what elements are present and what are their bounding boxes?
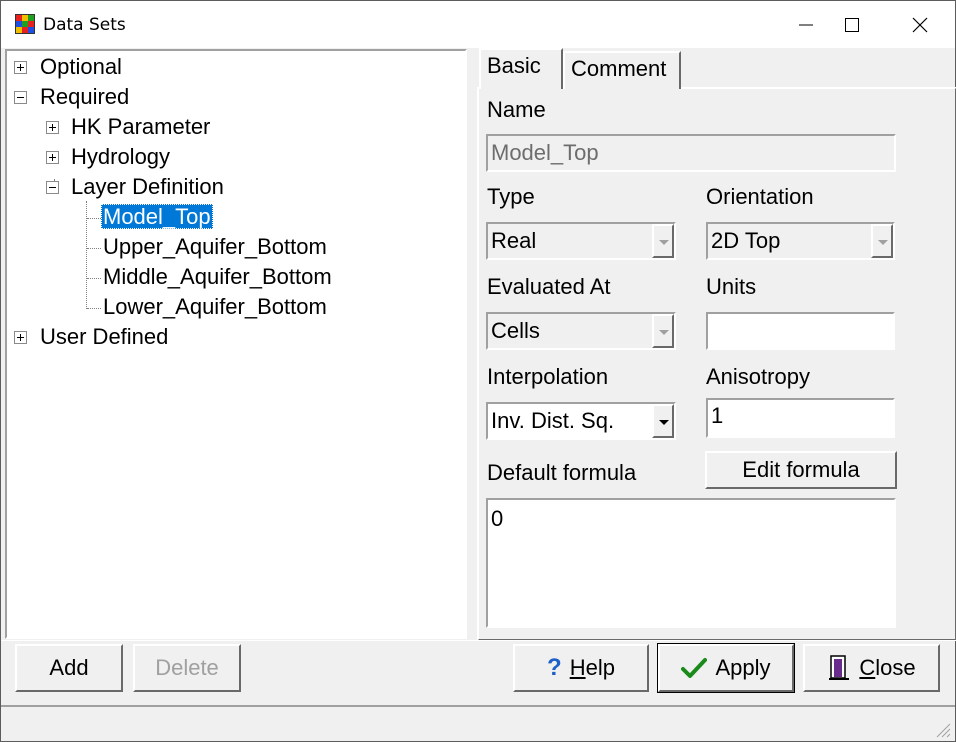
- orientation-select[interactable]: 2D Top: [706, 222, 895, 260]
- evaluated-at-select-value: Cells: [491, 318, 540, 343]
- name-label: Name: [487, 97, 546, 122]
- units-input[interactable]: [706, 312, 895, 350]
- type-select[interactable]: Real: [486, 222, 676, 260]
- chevron-down-icon: [659, 240, 669, 245]
- tree-item-upper-aquifer-bottom[interactable]: Upper_Aquifer_Bottom: [103, 233, 327, 261]
- tab-comment[interactable]: Comment: [563, 51, 681, 89]
- checkmark-icon: [681, 658, 708, 678]
- collapse-layer-definition-icon[interactable]: [46, 181, 59, 194]
- chevron-down-icon: [659, 330, 669, 335]
- maximize-icon: [845, 17, 859, 32]
- help-button[interactable]: ? Help: [513, 644, 649, 692]
- tree-item-middle-aquifer-bottom[interactable]: Middle_Aquifer_Bottom: [103, 263, 332, 291]
- orientation-label: Orientation: [706, 184, 814, 209]
- apply-button[interactable]: Apply: [657, 643, 795, 693]
- anisotropy-input[interactable]: 1: [706, 398, 895, 438]
- add-button[interactable]: Add: [15, 644, 123, 692]
- orientation-dropdown-button[interactable]: [871, 224, 893, 258]
- minimize-button[interactable]: [783, 1, 829, 48]
- expand-user-defined-icon[interactable]: [14, 331, 27, 344]
- maximize-button[interactable]: [829, 1, 875, 48]
- help-icon: ?: [547, 654, 562, 681]
- close-icon: [912, 17, 928, 32]
- tree-line: [87, 308, 101, 309]
- window-title: Data Sets: [43, 15, 126, 35]
- expand-hydrology-icon[interactable]: [46, 151, 59, 164]
- apply-button-label: Apply: [715, 655, 771, 680]
- title-bar: Data Sets: [1, 1, 955, 48]
- delete-button[interactable]: Delete: [133, 644, 241, 692]
- tree-item-user-defined[interactable]: User Defined: [40, 323, 168, 351]
- units-label: Units: [706, 274, 757, 299]
- interpolation-select-value: Inv. Dist. Sq.: [491, 408, 615, 433]
- anisotropy-label: Anisotropy: [706, 364, 810, 389]
- chevron-down-icon: [659, 420, 669, 425]
- close-window-button[interactable]: [897, 1, 943, 48]
- type-select-value: Real: [491, 228, 537, 253]
- status-bar: [1, 705, 955, 742]
- data-set-tree[interactable]: Optional Required HK Parameter Hydrology…: [5, 49, 467, 639]
- tab-basic[interactable]: Basic: [479, 48, 563, 89]
- evaluated-at-dropdown-button[interactable]: [652, 314, 674, 348]
- app-grid-icon: [15, 14, 35, 34]
- tree-item-hydrology[interactable]: Hydrology: [71, 143, 170, 171]
- default-formula-textarea[interactable]: 0: [486, 498, 896, 628]
- collapse-required-icon[interactable]: [14, 91, 27, 104]
- tree-item-optional[interactable]: Optional: [40, 53, 122, 81]
- expand-optional-icon[interactable]: [14, 61, 27, 74]
- data-sets-window: Data Sets Optional Required HK Parameter…: [0, 0, 956, 742]
- interpolation-dropdown-button[interactable]: [652, 404, 674, 438]
- help-button-label: Help: [569, 655, 615, 680]
- divider: [1, 640, 956, 641]
- tree-item-hk-parameter[interactable]: HK Parameter: [71, 113, 210, 141]
- chevron-down-icon: [878, 240, 888, 245]
- name-field[interactable]: Model_Top: [486, 134, 896, 172]
- interpolation-select[interactable]: Inv. Dist. Sq.: [486, 402, 676, 440]
- evaluated-at-select[interactable]: Cells: [486, 312, 676, 350]
- default-formula-label: Default formula: [487, 460, 637, 485]
- tree-line: [87, 248, 101, 249]
- close-button-label: Close: [859, 655, 916, 680]
- tree-item-layer-definition[interactable]: Layer Definition: [71, 173, 224, 201]
- expand-hk-parameter-icon[interactable]: [46, 121, 59, 134]
- door-exit-icon: [829, 655, 850, 680]
- close-button[interactable]: Close: [803, 644, 940, 692]
- tree-item-model-top[interactable]: Model_Top: [101, 203, 213, 231]
- interpolation-label: Interpolation: [487, 364, 609, 389]
- selected-item-label: Model_Top: [101, 204, 213, 229]
- type-label: Type: [487, 184, 535, 209]
- type-dropdown-button[interactable]: [652, 224, 674, 258]
- tree-line: [87, 218, 101, 219]
- tree-item-required[interactable]: Required: [40, 83, 129, 111]
- tree-item-lower-aquifer-bottom[interactable]: Lower_Aquifer_Bottom: [103, 293, 327, 321]
- orientation-select-value: 2D Top: [711, 228, 781, 253]
- minimize-icon: [799, 24, 813, 25]
- evaluated-at-label: Evaluated At: [487, 274, 611, 299]
- edit-formula-button[interactable]: Edit formula: [705, 451, 897, 489]
- resize-grip-icon[interactable]: [933, 720, 951, 738]
- tree-line: [87, 278, 101, 279]
